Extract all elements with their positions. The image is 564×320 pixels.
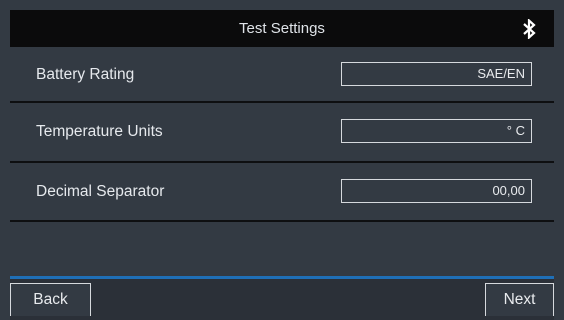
- setting-label: Temperature Units: [36, 123, 163, 140]
- setting-label: Decimal Separator: [36, 183, 165, 200]
- row-divider: [10, 161, 554, 163]
- setting-row-decimal-separator[interactable]: Decimal Separator 00,00: [10, 165, 554, 221]
- setting-value: SAE/EN: [477, 66, 525, 81]
- setting-label: Battery Rating: [36, 66, 135, 83]
- setting-row-battery-rating[interactable]: Battery Rating SAE/EN: [10, 48, 554, 104]
- row-divider: [10, 101, 554, 103]
- footer-bar: Back Next: [10, 279, 554, 320]
- back-button[interactable]: Back: [10, 283, 91, 316]
- decimal-separator-field[interactable]: 00,00: [341, 179, 532, 203]
- row-divider: [10, 220, 554, 222]
- bluetooth-icon: [523, 19, 536, 39]
- setting-value: 00,00: [492, 183, 525, 198]
- next-button[interactable]: Next: [485, 283, 554, 316]
- test-settings-screen: Test Settings Battery Rating SAE/EN Temp…: [0, 0, 564, 320]
- page-title: Test Settings: [239, 20, 325, 37]
- title-bar: Test Settings: [10, 10, 554, 47]
- battery-rating-field[interactable]: SAE/EN: [341, 62, 532, 86]
- temperature-units-field[interactable]: ° C: [341, 119, 532, 143]
- setting-row-temperature-units[interactable]: Temperature Units ° C: [10, 105, 554, 161]
- setting-value: ° C: [506, 123, 525, 138]
